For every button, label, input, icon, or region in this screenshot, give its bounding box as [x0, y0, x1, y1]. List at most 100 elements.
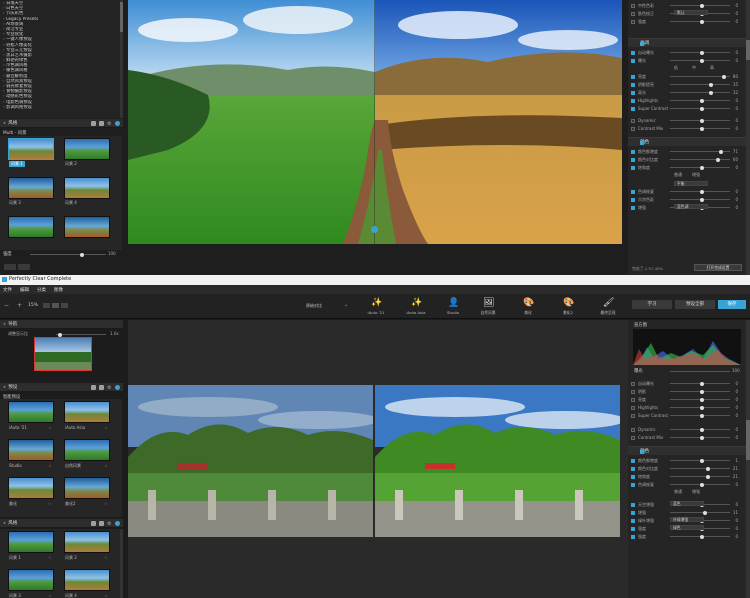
star-icon[interactable]: ☆: [48, 425, 52, 430]
menu-edit[interactable]: 编辑: [20, 287, 29, 293]
slider-knob[interactable]: [705, 466, 710, 471]
adjustment-slider[interactable]: [670, 58, 730, 63]
slider-knob[interactable]: [709, 82, 714, 87]
enable-checkbox[interactable]: [631, 474, 635, 479]
preset-tool-button[interactable]: 🖼 自然风景: [470, 296, 506, 318]
adjustment-slider[interactable]: [670, 466, 730, 471]
dropdown-select[interactable]: 蓝色调: [674, 204, 708, 209]
adjustment-slider[interactable]: [670, 413, 730, 418]
undo-button[interactable]: [4, 264, 16, 270]
menu-file[interactable]: 文件: [3, 287, 12, 293]
option-radio[interactable]: 高: [710, 65, 714, 71]
slider-knob[interactable]: [700, 58, 704, 63]
adjustment-slider[interactable]: [670, 157, 730, 162]
preset-thumb[interactable]: [64, 569, 110, 591]
adjustment-slider[interactable]: [670, 435, 730, 440]
preset-tool-button[interactable]: ✨ iAuto Asia: [398, 296, 434, 318]
enable-checkbox[interactable]: [631, 19, 635, 24]
preset-thumb-2[interactable]: [64, 138, 110, 160]
tree-item[interactable]: 影调风格预设: [3, 105, 119, 110]
adjustment-slider[interactable]: [670, 534, 730, 539]
slider-knob[interactable]: [702, 510, 707, 515]
slider-knob[interactable]: [700, 19, 704, 24]
slider-knob[interactable]: [700, 458, 705, 463]
zoom-level[interactable]: 15%: [28, 303, 38, 308]
folder-icon[interactable]: [91, 384, 96, 390]
enable-checkbox[interactable]: [631, 389, 635, 394]
preset-thumb-3[interactable]: [8, 177, 54, 199]
slider-knob[interactable]: [700, 106, 704, 111]
slider-knob[interactable]: [700, 50, 704, 55]
adjustment-slider[interactable]: [670, 427, 730, 432]
right-scrollbar[interactable]: [746, 320, 750, 598]
star-icon[interactable]: ☆: [104, 501, 108, 506]
enable-checkbox[interactable]: [631, 205, 635, 210]
star-icon[interactable]: ☆: [104, 555, 108, 560]
navigator-preview[interactable]: [34, 337, 92, 371]
adjustment-slider[interactable]: [670, 19, 730, 24]
slider-knob[interactable]: [700, 118, 704, 123]
enable-checkbox[interactable]: [631, 165, 635, 170]
grid-icon[interactable]: [99, 384, 104, 390]
adjustment-slider[interactable]: [670, 118, 730, 123]
dropdown-select[interactable]: 平衡: [674, 181, 708, 186]
grid-icon[interactable]: [99, 520, 104, 526]
help-icon[interactable]: [115, 384, 120, 390]
enable-checkbox[interactable]: [631, 82, 635, 87]
enable-checkbox[interactable]: [631, 413, 635, 418]
slider-knob[interactable]: [700, 3, 704, 8]
enable-checkbox[interactable]: [631, 11, 635, 16]
enable-checkbox[interactable]: [631, 50, 635, 55]
enable-checkbox[interactable]: [631, 526, 635, 531]
preset-thumb[interactable]: [8, 477, 54, 499]
enable-checkbox[interactable]: [631, 405, 635, 410]
collapse-icon[interactable]: ▾: [640, 448, 742, 457]
right-scrollbar[interactable]: [746, 0, 750, 275]
view-single-button[interactable]: [43, 303, 50, 308]
menu-image[interactable]: 图像: [54, 287, 63, 293]
before-image[interactable]: [128, 385, 373, 537]
slider-knob[interactable]: [700, 381, 704, 386]
adjustment-slider[interactable]: [670, 458, 730, 463]
save-button[interactable]: 保存: [718, 300, 746, 309]
adjustment-slider[interactable]: [670, 389, 730, 394]
dropdown-select[interactable]: 蓝色: [670, 501, 704, 506]
adjustment-slider[interactable]: [670, 397, 730, 402]
slider-knob[interactable]: [700, 389, 704, 394]
enable-checkbox[interactable]: [631, 427, 635, 432]
adjustment-slider[interactable]: [670, 3, 730, 8]
enable-checkbox[interactable]: [631, 518, 635, 523]
slider-knob[interactable]: [700, 397, 704, 402]
tree-scrollbar[interactable]: [120, 0, 123, 118]
adjustment-slider[interactable]: [670, 98, 730, 103]
enable-checkbox[interactable]: [631, 58, 635, 63]
slider-knob[interactable]: [700, 413, 704, 418]
enable-checkbox[interactable]: [631, 90, 635, 95]
enable-checkbox[interactable]: [631, 3, 635, 8]
star-icon[interactable]: ☆: [48, 593, 52, 598]
slider-knob[interactable]: [700, 427, 704, 432]
preset-thumb[interactable]: [8, 531, 54, 553]
preset-tool-button[interactable]: ✨ iAuto '21: [358, 296, 394, 318]
tab-presets-all[interactable]: 预设全部: [675, 300, 715, 309]
slider-knob[interactable]: [700, 482, 704, 487]
enable-checkbox[interactable]: [631, 482, 635, 487]
slider-knob[interactable]: [700, 534, 704, 539]
star-icon[interactable]: ☆: [104, 425, 108, 430]
enable-checkbox[interactable]: [631, 381, 635, 386]
preset-tool-button[interactable]: 🖌 最终呈现: [590, 296, 626, 318]
enable-checkbox[interactable]: [631, 118, 635, 123]
menu-category[interactable]: 分类: [37, 287, 46, 293]
adjustment-slider[interactable]: [670, 149, 730, 154]
preset-tool-button[interactable]: 👤 Studio: [435, 296, 471, 318]
slider-knob[interactable]: [700, 435, 704, 440]
tab-learn[interactable]: 学习: [632, 300, 672, 309]
slider-knob[interactable]: [705, 474, 710, 479]
adjustment-slider[interactable]: [670, 405, 730, 410]
collapse-icon[interactable]: ▾: [640, 139, 742, 148]
star-icon[interactable]: ☆: [48, 501, 52, 506]
enable-checkbox[interactable]: [631, 197, 635, 202]
landscape-image[interactable]: [128, 0, 622, 244]
slider-knob[interactable]: [700, 165, 704, 170]
section-header[interactable]: 颜色▾: [628, 137, 746, 146]
